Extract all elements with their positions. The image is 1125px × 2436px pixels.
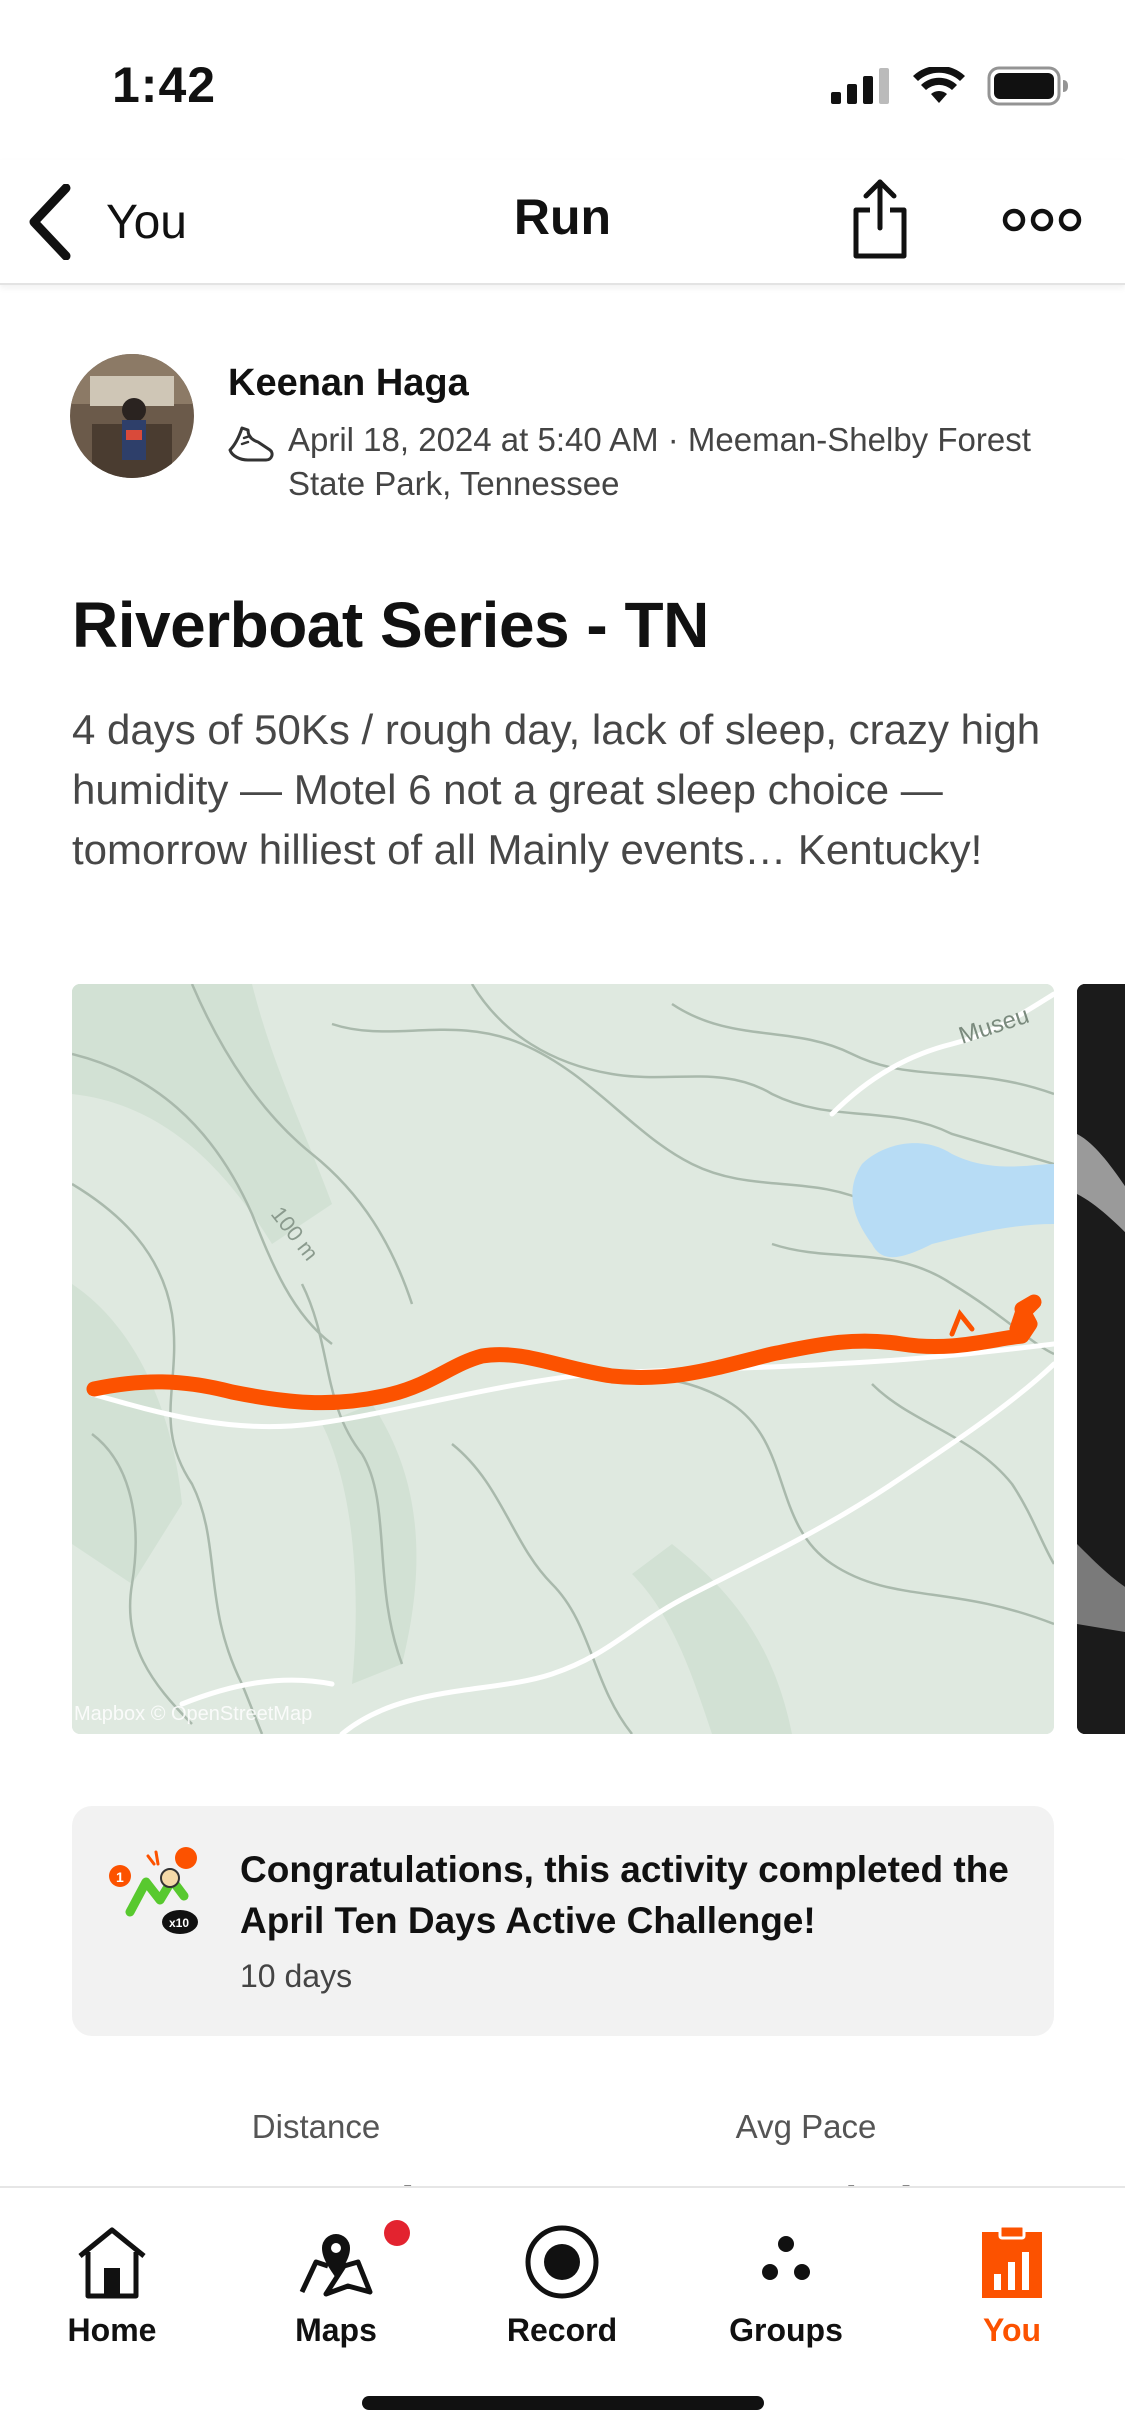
tab-you[interactable]: You — [912, 2208, 1112, 2358]
map-attribution: Mapbox © OpenStreetMap — [74, 1703, 313, 1725]
activity-description: 4 days of 50Ks / rough day, lack of slee… — [72, 706, 1041, 873]
status-icons — [831, 66, 1069, 106]
home-icon — [78, 2227, 146, 2299]
you-icon — [982, 2224, 1042, 2298]
stat-label: Avg Pace — [735, 2108, 877, 2145]
route-map[interactable]: 100 m Museu Mapbox © OpenStreetMap — [72, 984, 1054, 1734]
tab-label: Maps — [295, 2312, 377, 2348]
record-icon — [525, 2225, 599, 2299]
avatar[interactable] — [70, 354, 194, 478]
svg-text:x10: x10 — [169, 1916, 189, 1930]
status-bar: 1:42 — [0, 0, 1125, 160]
back-button[interactable]: You — [26, 172, 187, 272]
challenge-message: Congratulations, this activity completed… — [240, 1849, 1009, 1941]
battery-icon — [987, 66, 1068, 106]
run-shoe-icon — [228, 426, 274, 462]
svg-text:1: 1 — [116, 1869, 124, 1885]
tab-label: Groups — [729, 2312, 843, 2348]
challenge-card[interactable]: 1 x10 Congratulations, this activity com… — [72, 1806, 1054, 2036]
athlete-name[interactable]: Keenan Haga — [228, 362, 469, 405]
more-options-icon[interactable] — [1002, 200, 1082, 240]
home-indicator[interactable] — [362, 2396, 764, 2410]
chevron-left-icon — [29, 184, 71, 260]
notification-dot — [384, 2220, 410, 2246]
activity-photo-preview[interactable] — [1077, 984, 1125, 1734]
challenge-duration: 10 days — [240, 1958, 353, 1994]
tab-label: Home — [67, 2312, 157, 2348]
cellular-signal-icon — [831, 68, 889, 104]
tab-maps[interactable]: Maps — [236, 2208, 436, 2358]
activity-meta: April 18, 2024 at 5:40 AM · Meeman-Shelb… — [288, 421, 1031, 502]
challenge-badge-icon: 1 x10 — [109, 1847, 198, 1934]
activity-title: Riverboat Series - TN — [72, 589, 709, 661]
nav-bar: You Run — [0, 160, 1125, 285]
back-label: You — [106, 195, 187, 249]
tab-groups[interactable]: Groups — [686, 2208, 886, 2358]
tab-label: Record — [506, 2312, 618, 2348]
wifi-icon — [913, 67, 965, 103]
tab-record[interactable]: Record — [462, 2208, 662, 2358]
tab-label: You — [982, 2312, 1042, 2348]
tab-home[interactable]: Home — [12, 2208, 212, 2358]
stat-label: Distance — [251, 2108, 381, 2145]
status-time: 1:42 — [112, 57, 217, 113]
groups-icon — [762, 2236, 810, 2280]
share-icon[interactable] — [852, 176, 908, 260]
maps-icon — [299, 2234, 373, 2297]
